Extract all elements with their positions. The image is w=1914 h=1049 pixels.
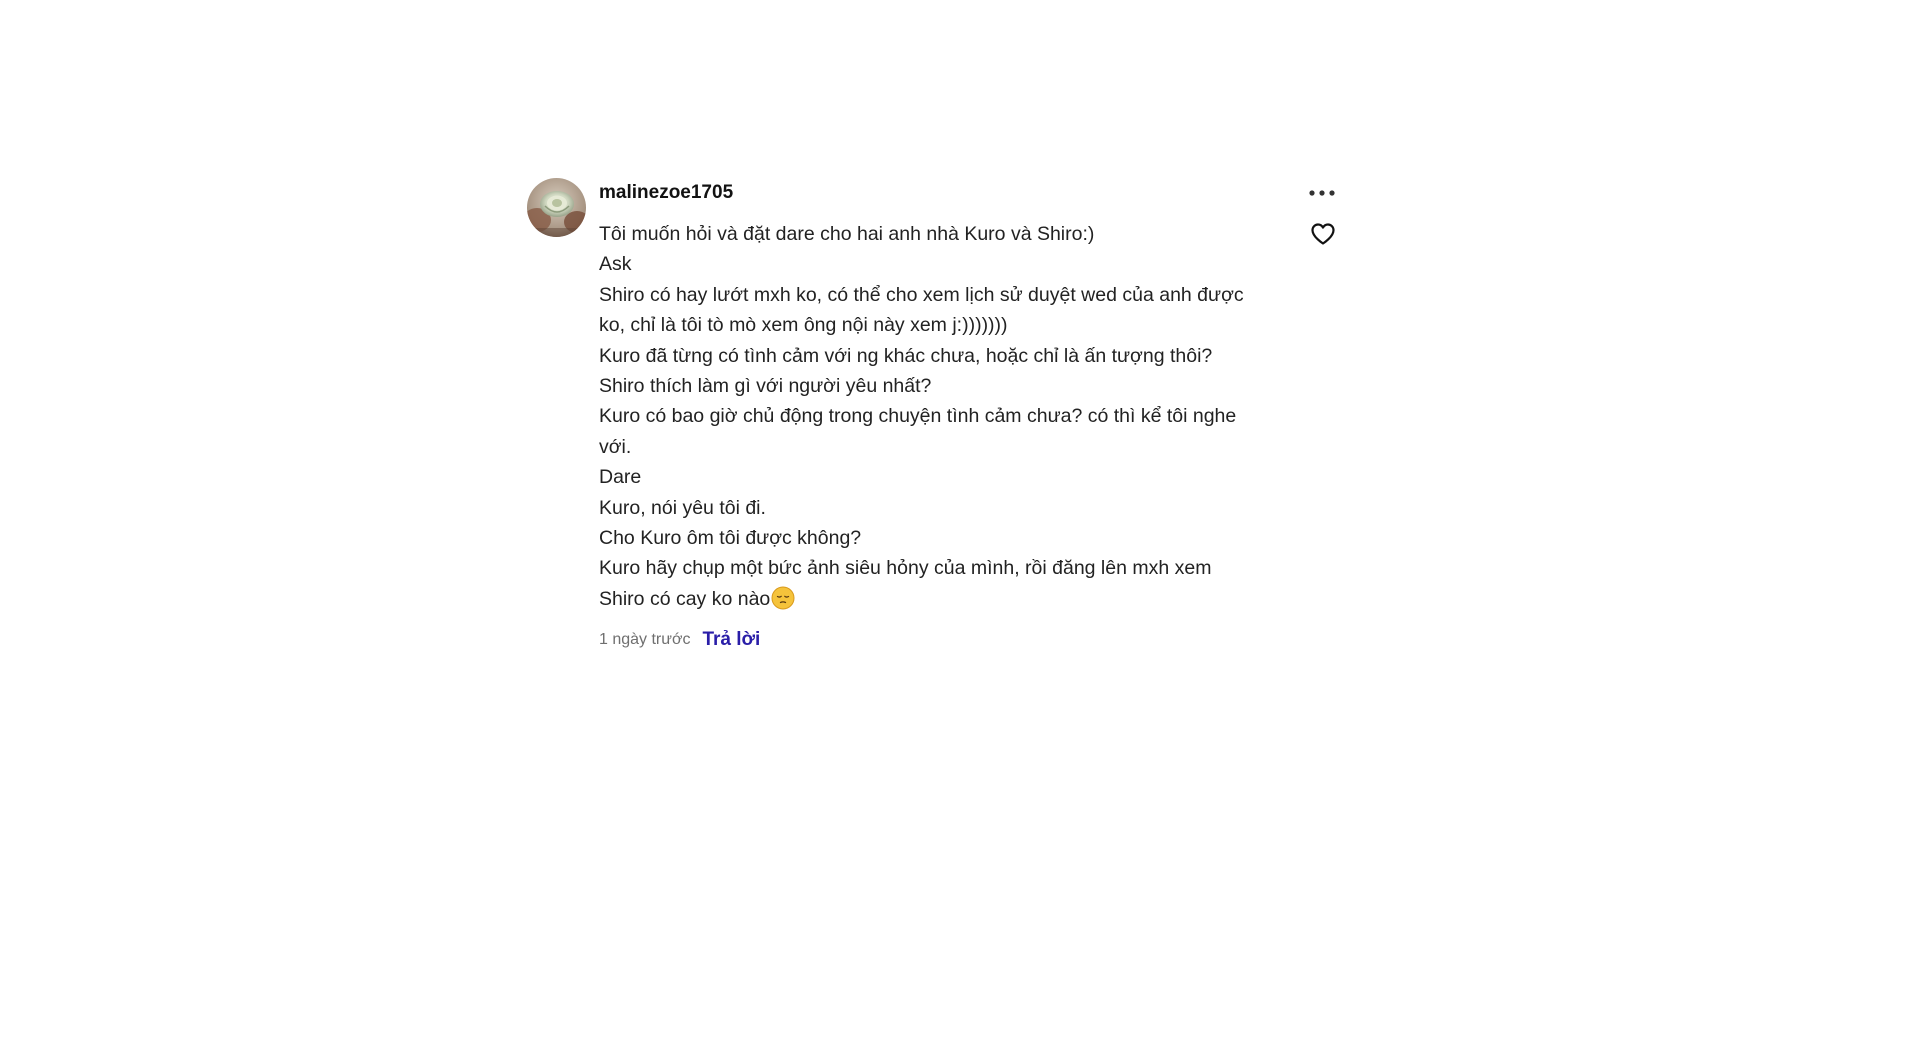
comment-line: Shiro có hay lướt mxh ko, có thể cho xem… — [599, 283, 1244, 306]
heart-icon — [1311, 223, 1335, 245]
comment-line-last: Shiro có cay ko nào — [599, 584, 1259, 614]
username[interactable]: malinezoe1705 — [599, 178, 1259, 208]
comment-line: Kuro hãy chụp một bức ảnh siêu hỏny của … — [599, 557, 1212, 580]
comment-line: Kuro đã từng có tình cảm với ng khác chư… — [599, 344, 1213, 367]
comment-meta: 1 ngày trước Trả lời — [599, 627, 1259, 653]
comment-line: Dare — [599, 466, 642, 489]
more-options-icon — [1309, 190, 1335, 196]
comment-line-text: Shiro có cay ko nào — [599, 587, 771, 610]
more-options-button[interactable] — [1307, 183, 1337, 203]
comment-line: ko, chỉ là tôi tò mò xem ông nội này xem… — [599, 314, 1008, 337]
timestamp: 1 ngày trước — [599, 631, 691, 649]
comment-line: Kuro có bao giờ chủ động trong chuyện tì… — [599, 405, 1237, 428]
comment-line: với. — [599, 435, 632, 458]
avatar-photo-icon — [527, 178, 586, 237]
user-avatar[interactable] — [527, 178, 586, 237]
pensive-face-emoji-icon — [771, 586, 795, 610]
comment-line: Shiro thích làm gì với người yêu nhất? — [599, 375, 932, 398]
comment-line: Cho Kuro ôm tôi được không? — [599, 527, 862, 550]
comment-line: Kuro, nói yêu tôi đi. — [599, 496, 766, 519]
reply-button[interactable]: Trả lời — [702, 627, 760, 653]
comment-line: Ask — [599, 253, 632, 276]
comment-body: malinezoe1705 Tôi muốn hỏi và đặt dare c… — [599, 178, 1259, 653]
comment-line: Tôi muốn hỏi và đặt dare cho hai anh nhà… — [599, 223, 1095, 245]
comment-text: Tôi muốn hỏi và đặt dare cho hai anh nhà… — [599, 219, 1259, 614]
like-button[interactable] — [1309, 220, 1337, 248]
